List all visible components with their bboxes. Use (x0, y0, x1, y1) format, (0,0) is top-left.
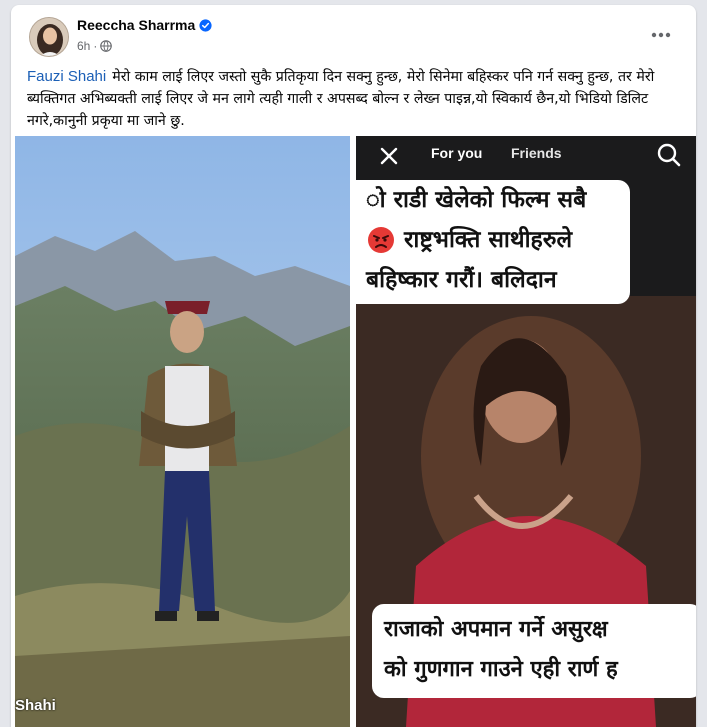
overlay-line-1: ो राडी खेलेको फिल्म सबै (366, 187, 587, 213)
image-caption-shahi: Shahi (15, 697, 56, 714)
meta-dot: · (93, 39, 98, 53)
author-name[interactable]: Reeccha Sharrma (77, 17, 212, 33)
post-media[interactable]: For you Friends ो राडी खेलेको फिल्म सबै (15, 136, 696, 727)
overlay-bottom-line-2: को गुणगान गाउने एही रार्ण ह (384, 657, 618, 682)
caption-text: मेरो काम लाई लिएर जस्तो सुकै प्रतिकृया द… (27, 69, 655, 129)
post-card: Reeccha Sharrma 6h · Fauzi Shahi मेरो काम… (11, 5, 696, 727)
post-time[interactable]: 6h (77, 39, 90, 53)
mountain-photo (15, 136, 350, 727)
post-meta: 6h · (77, 39, 113, 53)
globe-icon (100, 40, 113, 52)
avatar[interactable] (29, 17, 69, 57)
verified-badge-icon (199, 18, 212, 32)
overlay-line-3: बहिष्कार गरौं। बलिदान (366, 267, 557, 293)
search-icon[interactable] (656, 142, 682, 168)
overlay-line-2-text: राष्ट्रभक्ति साथीहरुले (404, 227, 573, 253)
post-caption: Fauzi Shahi मेरो काम लाई लिएर जस्तो सुकै … (27, 66, 687, 132)
author-name-text[interactable]: Reeccha Sharrma (77, 17, 195, 33)
close-icon[interactable] (378, 145, 400, 167)
angry-face-emoji (368, 227, 394, 253)
overlay-text-bottom: राजाको अपमान गर्ने असुरक्ष को गुणगान गाउ… (372, 604, 696, 698)
overlay-bottom-line-1: राजाको अपमान गर्ने असुरक्ष (384, 617, 608, 642)
tab-for-you[interactable]: For you (431, 145, 482, 161)
post-header: Reeccha Sharrma 6h · (11, 5, 696, 61)
photo-man-mountains[interactable] (15, 136, 350, 727)
video-screenshot[interactable]: For you Friends ो राडी खेलेको फिल्म सबै (356, 136, 696, 727)
overlay-line-2: राष्ट्रभक्ति साथीहरुले (366, 220, 630, 260)
mention-link[interactable]: Fauzi Shahi (27, 68, 106, 85)
more-options-icon[interactable] (649, 23, 673, 47)
overlay-text-top: ो राडी खेलेको फिल्म सबै राष्ट्रभक्ति साथ… (356, 180, 630, 304)
video-topbar: For you Friends (356, 136, 696, 176)
tab-friends[interactable]: Friends (511, 145, 562, 161)
